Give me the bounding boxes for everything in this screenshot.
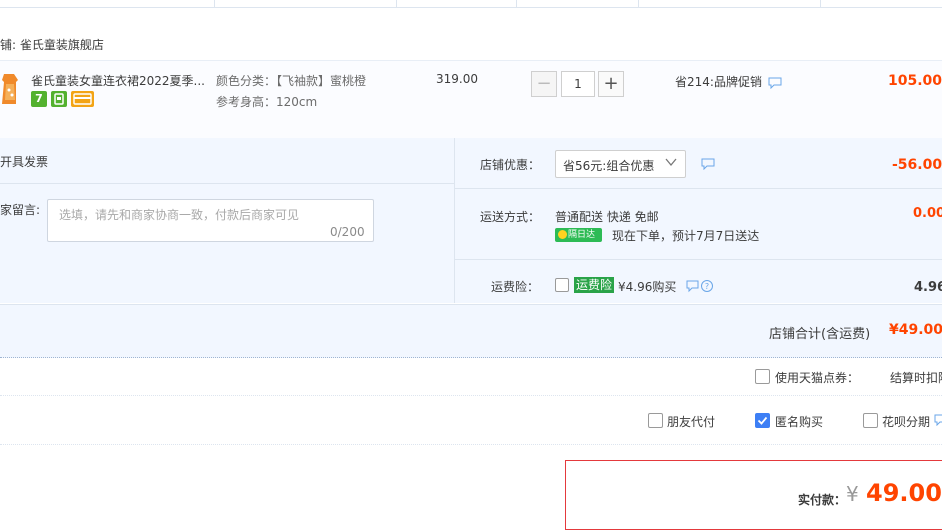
tmall-points-note: 结算时扣除 xyxy=(890,371,942,385)
insurance-help-icons[interactable]: ? xyxy=(686,279,714,296)
comment-icon[interactable] xyxy=(768,77,782,92)
shop-discount-amount: -56.00 xyxy=(892,157,942,173)
seven-day-return-icon[interactable]: 7 xyxy=(31,91,47,107)
header-divider xyxy=(638,0,639,7)
delivery-estimate: 现在下单，预计7月7日送达 xyxy=(612,229,760,243)
header-divider xyxy=(396,0,397,7)
comment-icon[interactable] xyxy=(934,414,942,429)
shipping-insurance-price: ¥4.96购买 xyxy=(618,280,677,294)
header-divider xyxy=(516,0,517,7)
chevron-down-icon[interactable] xyxy=(664,155,678,172)
shipping-insurance-amount: 4.96 xyxy=(914,280,942,295)
shipping-insurance-badge: 运费险 xyxy=(574,277,615,293)
friend-pay-checkbox[interactable] xyxy=(648,413,663,428)
shop-name-link[interactable]: 铺: 雀氏童装旗舰店 xyxy=(0,36,104,53)
guarantee-icon[interactable] xyxy=(51,91,67,107)
divider xyxy=(0,395,942,396)
shop-total-value: ¥49.00 xyxy=(889,322,942,338)
item-unit-price: 319.00 xyxy=(436,72,478,86)
svg-text:?: ? xyxy=(705,282,709,291)
divider xyxy=(0,183,454,184)
quantity-input[interactable]: 1 xyxy=(561,71,595,97)
divider xyxy=(455,259,942,260)
huabei-installment-checkbox[interactable] xyxy=(863,413,878,428)
shipping-method-value: 普通配送 快递 免邮 xyxy=(555,210,659,224)
shop-discount-label: 店铺优惠： xyxy=(480,158,541,172)
shipping-insurance-label: 运费险： xyxy=(491,280,540,294)
checkmark-icon xyxy=(757,416,768,425)
comment-icon[interactable] xyxy=(701,158,715,173)
shipping-method-label: 运送方式： xyxy=(480,210,541,224)
item-height-spec: 参考身高：120cm xyxy=(216,95,318,109)
item-color-spec: 颜色分类：【飞袖款】蜜桃橙 xyxy=(216,74,367,88)
invoice-label[interactable]: 开具发票 xyxy=(0,153,48,170)
item-promotion: 省214:品牌促销 xyxy=(675,75,762,89)
shipping-fee: 0.00 xyxy=(913,206,942,221)
shipping-insurance-checkbox[interactable] xyxy=(555,278,569,292)
tmall-points-label[interactable]: 使用天猫点券： xyxy=(775,369,859,386)
tmall-points-checkbox[interactable] xyxy=(755,369,770,384)
header-divider xyxy=(820,0,821,7)
divider xyxy=(0,444,942,445)
item-thumbnail[interactable] xyxy=(0,70,20,110)
quantity-increase-button[interactable]: + xyxy=(598,71,624,97)
header-divider xyxy=(214,0,215,7)
item-title-link[interactable]: 雀氏童装女童连衣裙2022夏季... xyxy=(31,72,205,89)
seller-message-char-count: 0/200 xyxy=(330,225,365,239)
payment-amount: 49.00 xyxy=(866,479,942,507)
huabei-installment-label[interactable]: 花呗分期 xyxy=(882,413,930,430)
payment-currency: ¥ xyxy=(846,482,859,506)
friend-pay-label[interactable]: 朋友代付 xyxy=(667,413,715,430)
column-header-strip xyxy=(0,0,942,8)
shop-discount-selected-value[interactable]: 省56元:组合优惠 xyxy=(563,157,654,174)
payment-label: 实付款： xyxy=(798,493,847,507)
seller-message-placeholder: 选填，请先和商家协商一致，付款后商家可见 xyxy=(59,208,300,222)
item-subtotal: 105.00 xyxy=(888,73,942,89)
next-day-delivery-badge-text: 隔日达 xyxy=(568,230,596,240)
credit-card-icon[interactable] xyxy=(71,91,94,107)
shop-total-label: 店铺合计(含运费) xyxy=(769,327,871,342)
seller-message-label: 家留言: xyxy=(0,203,41,217)
lightning-icon xyxy=(558,230,567,239)
anonymous-purchase-label[interactable]: 匿名购买 xyxy=(775,413,823,430)
anonymous-purchase-checkbox[interactable] xyxy=(755,413,770,428)
quantity-decrease-button[interactable]: − xyxy=(531,71,557,97)
divider xyxy=(455,188,942,189)
